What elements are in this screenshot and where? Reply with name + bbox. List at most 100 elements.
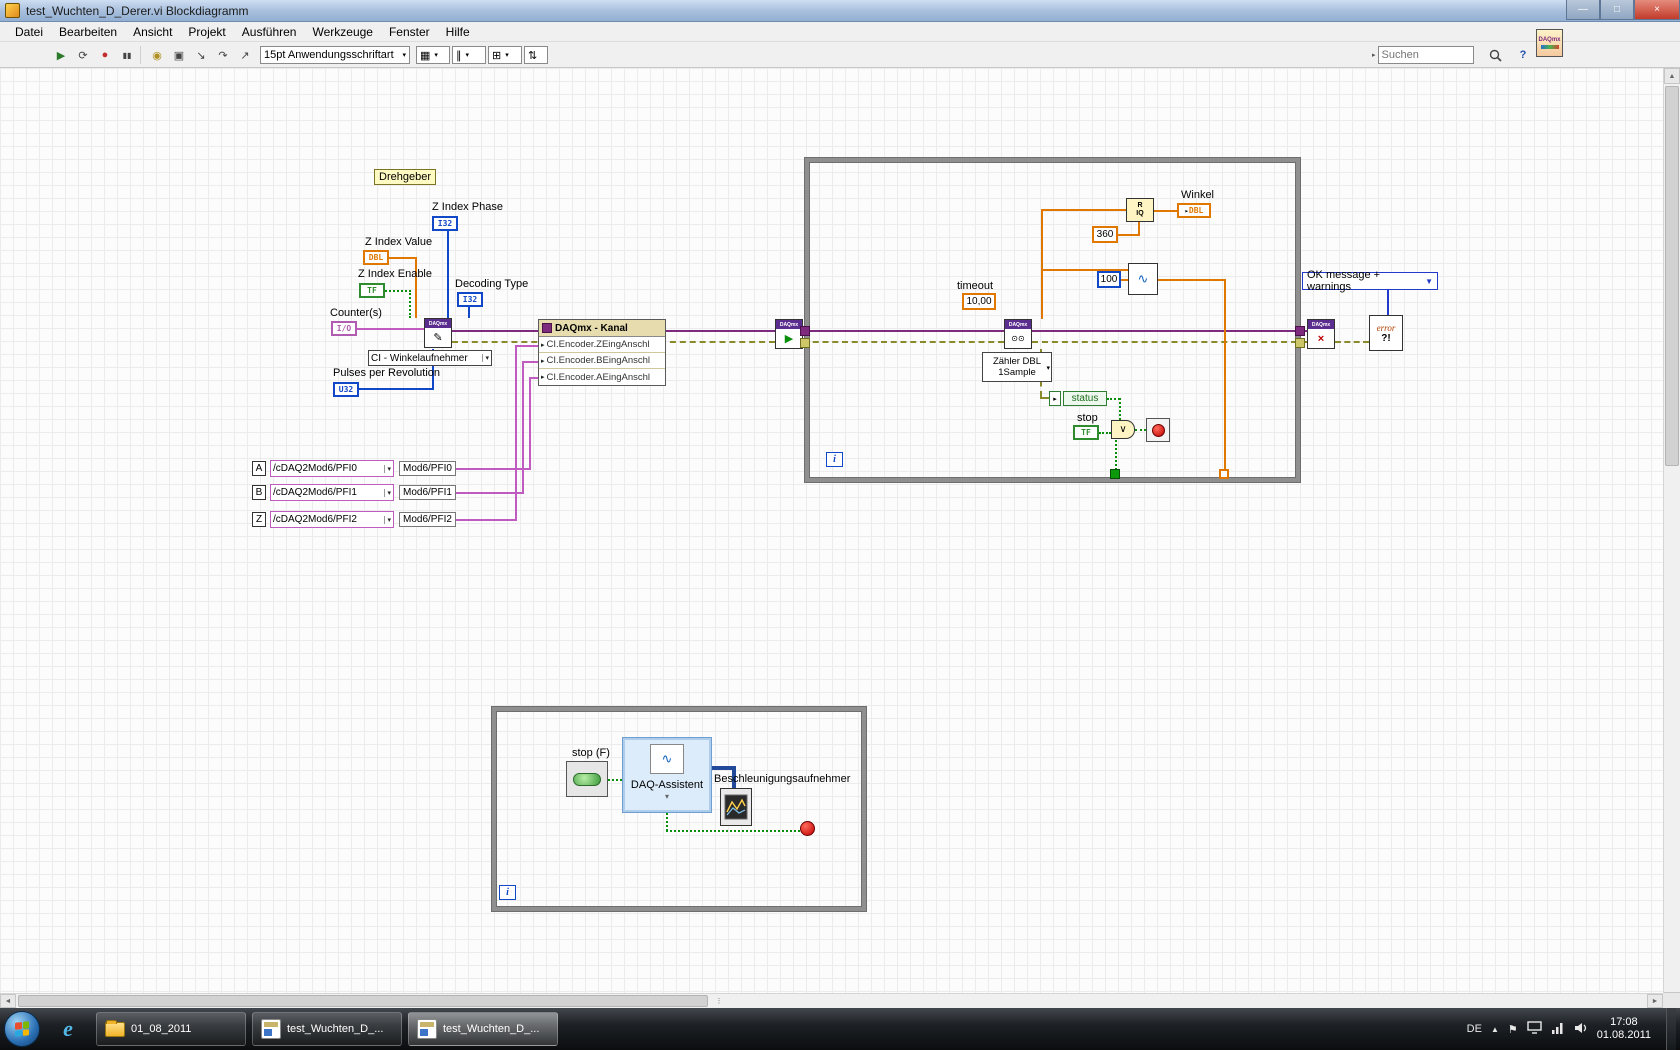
step-out-button[interactable]: ↗: [234, 45, 256, 65]
daqmx-read-vi[interactable]: DAQmx ⊙⊙: [1004, 319, 1032, 349]
vertical-scrollbar[interactable]: ▲ ▼: [1663, 68, 1680, 1008]
daqmx-clear-task-vi[interactable]: DAQmx ×: [1307, 319, 1335, 349]
menu-datei[interactable]: Datei: [8, 23, 50, 41]
search-input[interactable]: [1377, 46, 1474, 64]
start-button[interactable]: [4, 1011, 40, 1047]
taskbar-labview-button-1[interactable]: test_Wuchten_D_...: [252, 1012, 402, 1046]
action-center-icon[interactable]: ⚑: [1508, 1023, 1518, 1036]
menu-fenster[interactable]: Fenster: [382, 23, 437, 41]
iteration-terminal[interactable]: i: [826, 452, 843, 467]
network-icon[interactable]: [1551, 1022, 1565, 1037]
search-scope-icon[interactable]: ▸: [1372, 51, 1376, 59]
menu-ansicht[interactable]: Ansicht: [126, 23, 179, 41]
tunnel-dbl[interactable]: [1219, 469, 1229, 479]
simple-error-handler-vi[interactable]: error ?!: [1369, 315, 1403, 351]
resize-objects-dropdown[interactable]: ⊞ ▾: [488, 46, 522, 64]
menu-projekt[interactable]: Projekt: [181, 23, 232, 41]
channel-b-letter: B: [252, 485, 266, 500]
abort-button[interactable]: ●: [94, 45, 116, 65]
tunnel-error-out[interactable]: [1295, 338, 1305, 348]
z-index-enable-terminal[interactable]: TF: [359, 283, 385, 298]
taskbar-ie-button[interactable]: e: [46, 1012, 90, 1046]
z-index-phase-terminal[interactable]: I32: [432, 216, 458, 231]
loop2-iteration-terminal[interactable]: i: [499, 885, 516, 900]
constant-100[interactable]: 100: [1097, 271, 1121, 288]
clock[interactable]: 17:08 01.08.2011: [1597, 1016, 1657, 1042]
pulses-per-revolution-terminal[interactable]: U32: [333, 382, 359, 397]
loop-condition-terminal[interactable]: [1146, 418, 1170, 442]
display-icon[interactable]: [1527, 1021, 1542, 1037]
property-row-z[interactable]: ▸ CI.Encoder.ZEingAnschl: [539, 337, 665, 353]
pause-button[interactable]: ▮▮: [116, 45, 138, 65]
property-row-a[interactable]: ▸ CI.Encoder.AEingAnschl: [539, 369, 665, 385]
menu-bearbeiten[interactable]: Bearbeiten: [52, 23, 124, 41]
error-dialog-type-enum[interactable]: OK message + warnings ▼: [1302, 269, 1438, 293]
tunnel-boolean[interactable]: [1110, 469, 1120, 479]
or-function[interactable]: ∨: [1111, 420, 1135, 439]
daqmx-channel-property-node[interactable]: DAQmx - Kanal ▸ CI.Encoder.ZEingAnschl ▸…: [538, 319, 666, 386]
close-button[interactable]: ×: [1634, 0, 1680, 20]
step-over-button[interactable]: ↷: [212, 45, 234, 65]
menu-werkzeuge[interactable]: Werkzeuge: [305, 23, 379, 41]
minimize-button[interactable]: —: [1566, 0, 1600, 20]
loop2-condition-terminal[interactable]: [800, 821, 815, 836]
property-row-b[interactable]: ▸ CI.Encoder.BEingAnschl: [539, 353, 665, 369]
taskbar-labview-button-2[interactable]: test_Wuchten_D_...: [408, 1012, 558, 1046]
stop-button-terminal[interactable]: [566, 761, 608, 797]
search-icon[interactable]: [1484, 45, 1506, 65]
tray-expand-icon[interactable]: ▲: [1491, 1025, 1499, 1034]
horizontal-scrollbar[interactable]: ◄ ⋮ ►: [0, 993, 1663, 1008]
counters-terminal[interactable]: I/O: [331, 321, 357, 336]
distribute-objects-dropdown[interactable]: ∥ ▾: [452, 46, 486, 64]
tunnel-error-in[interactable]: [800, 338, 810, 348]
scroll-up-button[interactable]: ▲: [1664, 68, 1680, 84]
horizontal-scroll-thumb[interactable]: [18, 995, 708, 1007]
step-into-button[interactable]: ↘: [190, 45, 212, 65]
channel-b-selector[interactable]: /cDAQ2Mod6/PFI1 ▾: [270, 484, 394, 501]
timeout-constant[interactable]: 10,00: [962, 293, 996, 310]
winkel-indicator[interactable]: ▸ DBL: [1177, 203, 1211, 218]
wire-string: [522, 361, 524, 494]
free-label-drehgeber[interactable]: Drehgeber: [374, 169, 436, 185]
vertical-scroll-thumb[interactable]: [1665, 86, 1679, 466]
scale-function[interactable]: ∿: [1128, 263, 1158, 295]
read-mode-selector[interactable]: Zähler DBL 1Sample ▾: [982, 352, 1052, 382]
waveform-icon: ∿: [661, 751, 673, 766]
quotient-remainder-function[interactable]: R IQ: [1126, 198, 1154, 222]
daqmx-create-channel-vi[interactable]: DAQmx ✎: [424, 318, 452, 348]
taskbar-folder-button[interactable]: 01_08_2011: [96, 1012, 246, 1046]
run-continuous-button[interactable]: ⟳: [72, 45, 94, 65]
status-field[interactable]: status: [1063, 391, 1107, 406]
daqmx-start-task-vi[interactable]: DAQmx ▶: [775, 319, 803, 349]
channel-a-selector[interactable]: /cDAQ2Mod6/PFI0 ▾: [270, 460, 394, 477]
font-selector[interactable]: 15pt Anwendungsschriftart ▾: [260, 46, 410, 64]
tunnel-task-in[interactable]: [800, 326, 810, 336]
menu-hilfe[interactable]: Hilfe: [439, 23, 477, 41]
z-index-value-terminal[interactable]: DBL: [363, 250, 389, 265]
highlight-execution-button[interactable]: ◉: [146, 45, 168, 65]
chevron-down-icon[interactable]: ▾: [665, 792, 669, 801]
daq-assistant-express-vi[interactable]: ∿ DAQ-Assistent ▾: [622, 737, 712, 813]
waveform-graph-terminal[interactable]: [720, 788, 752, 826]
channel-z-selector[interactable]: /cDAQ2Mod6/PFI2 ▾: [270, 511, 394, 528]
maximize-button[interactable]: □: [1600, 0, 1634, 20]
vi-icon[interactable]: DAQmx: [1536, 29, 1563, 57]
title-bar[interactable]: test_Wuchten_D_Derer.vi Blockdiagramm — …: [0, 0, 1680, 22]
show-desktop-button[interactable]: [1666, 1008, 1676, 1050]
instance-selector-combo[interactable]: CI - Winkelaufnehmer ▾: [368, 350, 492, 366]
unbundle-status-node[interactable]: ▸: [1049, 391, 1061, 406]
decoding-type-terminal[interactable]: I32: [457, 292, 483, 307]
run-button[interactable]: ▶: [50, 45, 72, 65]
retain-wire-values-button[interactable]: ▣: [168, 45, 190, 65]
tunnel-task-out[interactable]: [1295, 326, 1305, 336]
align-objects-dropdown[interactable]: ▦ ▾: [416, 46, 450, 64]
stop-terminal[interactable]: TF: [1073, 425, 1099, 440]
cleanup-diagram-button[interactable]: ⇅: [524, 46, 548, 64]
scroll-left-button[interactable]: ◄: [0, 994, 16, 1008]
scroll-right-button[interactable]: ►: [1647, 994, 1663, 1008]
menu-ausfuehren[interactable]: Ausführen: [235, 23, 304, 41]
help-button[interactable]: ?: [1512, 45, 1534, 65]
volume-icon[interactable]: [1574, 1022, 1588, 1037]
language-indicator[interactable]: DE: [1467, 1023, 1482, 1035]
constant-360[interactable]: 360: [1092, 226, 1118, 243]
